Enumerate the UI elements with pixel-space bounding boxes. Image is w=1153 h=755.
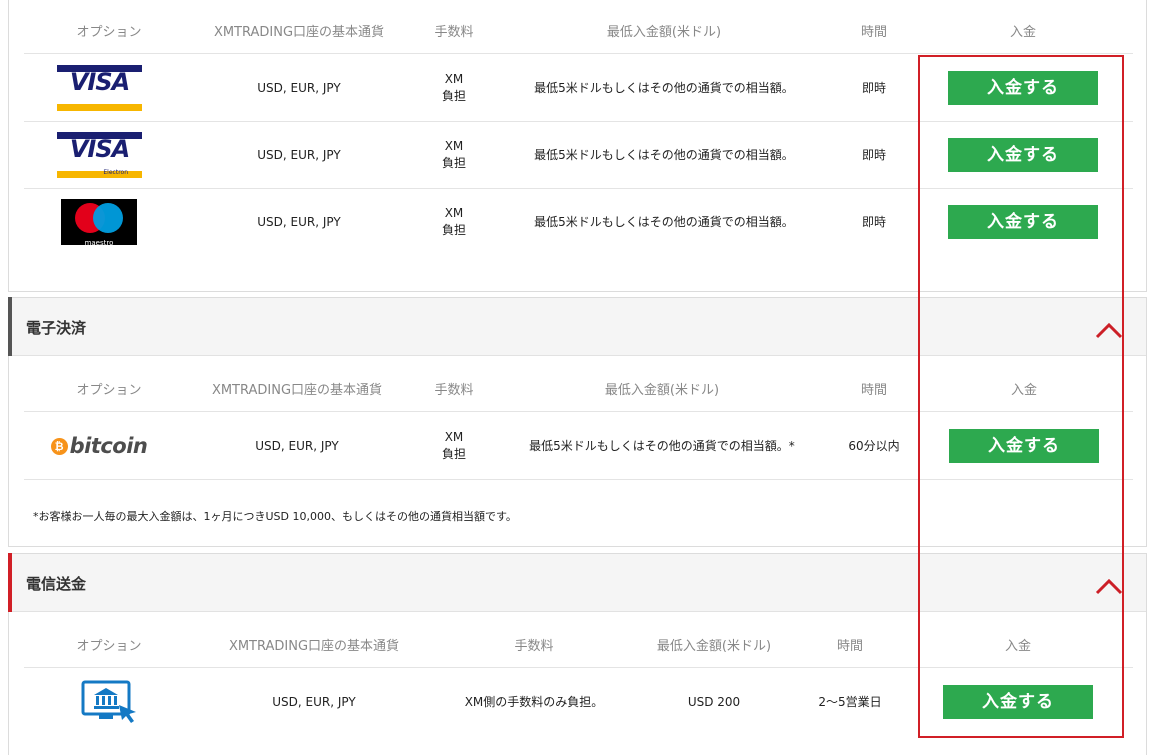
- header-time: 時間: [860, 25, 887, 40]
- currency-cell: USD, EUR, JPY: [257, 147, 341, 162]
- deposit-cell: 入金する: [948, 189, 1098, 255]
- chevron-up-icon[interactable]: [1094, 320, 1124, 340]
- minimum-cell: 最低5米ドルもしくはその他の通貨での相当額。*: [529, 438, 795, 453]
- header-minimum: 最低入金額(米ドル): [656, 639, 772, 654]
- header-base-currency: XMTRADING口座の基本通貨: [228, 639, 400, 654]
- section-accent-bar: [8, 297, 12, 356]
- ewallet-note: *お客様お一人毎の最大入金額は、1ヶ月につきUSD 10,000、もしくはその他…: [33, 510, 517, 523]
- header-fee: 手数料: [514, 639, 554, 654]
- table-row: maestro USD, EUR, JPY XM 負担 最低5米ドルもしくはその…: [24, 189, 1133, 256]
- deposit-cell: 入金する: [949, 413, 1099, 479]
- ewallet-panel: 電子決済 オプション XMTRADING口座の基本通貨 手数料 最低入金額(米ド…: [8, 297, 1147, 547]
- header-minimum: 最低入金額(米ドル): [604, 383, 720, 398]
- currency-cell: USD, EUR, JPY: [257, 80, 341, 95]
- wire-panel: 電信送金 オプション XMTRADING口座の基本通貨 手数料 最低入金額(米ド…: [8, 553, 1147, 755]
- header-minimum: 最低入金額(米ドル): [606, 25, 722, 40]
- fee-cell: XM 負担: [441, 72, 466, 103]
- currency-cell: USD, EUR, JPY: [272, 694, 356, 709]
- fee-cell: XM 負担: [441, 139, 466, 170]
- bank-transfer-icon: [81, 680, 136, 723]
- deposit-cell: 入金する: [948, 55, 1098, 121]
- header-option: オプション: [76, 383, 142, 398]
- table-row: USD, EUR, JPY XM側の手数料のみ負担。 USD 200 2～5営業…: [24, 669, 1133, 736]
- wire-section-title: 電信送金: [26, 575, 87, 593]
- header-base-currency: XMTRADING口座の基本通貨: [211, 383, 383, 398]
- currency-cell: USD, EUR, JPY: [257, 214, 341, 229]
- ewallet-table-header: オプション XMTRADING口座の基本通貨 手数料 最低入金額(米ドル) 時間…: [24, 370, 1133, 412]
- fee-cell: XM 負担: [441, 430, 466, 461]
- deposit-button-bitcoin[interactable]: 入金する: [949, 429, 1099, 463]
- time-cell: 即時: [861, 214, 886, 229]
- visa-electron-logo: VISA Electron: [57, 132, 142, 178]
- header-deposit: 入金: [1010, 383, 1037, 398]
- fee-cell: XM 負担: [441, 206, 466, 237]
- table-row: ₿ bitcoin USD, EUR, JPY XM 負担 最低5米ドルもしくは…: [24, 413, 1133, 480]
- header-base-currency: XMTRADING口座の基本通貨: [213, 25, 385, 40]
- wire-table-header: オプション XMTRADING口座の基本通貨 手数料 最低入金額(米ドル) 時間…: [24, 626, 1133, 668]
- currency-cell: USD, EUR, JPY: [255, 438, 339, 453]
- table-row: VISA USD, EUR, JPY XM 負担 最低5米ドルもしくはその他の通…: [24, 55, 1133, 122]
- ewallet-section-title: 電子決済: [26, 319, 87, 337]
- minimum-cell: 最低5米ドルもしくはその他の通貨での相当額。: [534, 80, 794, 95]
- option-cell: [74, 669, 144, 735]
- table-row: VISA Electron USD, EUR, JPY XM 負担 最低5米ドル…: [24, 122, 1133, 189]
- minimum-cell: 最低5米ドルもしくはその他の通貨での相当額。: [534, 147, 794, 162]
- deposit-button-visa[interactable]: 入金する: [948, 71, 1098, 105]
- time-cell: 2～5営業日: [818, 694, 882, 709]
- wire-section-header[interactable]: 電信送金: [8, 553, 1146, 612]
- deposit-cell: 入金する: [948, 122, 1098, 188]
- card-table-header: オプション XMTRADING口座の基本通貨 手数料 最低入金額(米ドル) 時間…: [24, 12, 1133, 54]
- chevron-up-icon[interactable]: [1094, 576, 1124, 596]
- header-deposit: 入金: [1004, 639, 1031, 654]
- option-cell: ₿ bitcoin: [44, 413, 154, 479]
- deposit-button-wire[interactable]: 入金する: [943, 685, 1093, 719]
- deposit-button-visa-electron[interactable]: 入金する: [948, 138, 1098, 172]
- visa-logo: VISA: [57, 65, 142, 111]
- deposit-cell: 入金する: [943, 669, 1093, 735]
- minimum-cell: 最低5米ドルもしくはその他の通貨での相当額。: [534, 214, 794, 229]
- card-deposit-panel: オプション XMTRADING口座の基本通貨 手数料 最低入金額(米ドル) 時間…: [8, 0, 1147, 292]
- time-cell: 即時: [861, 147, 886, 162]
- header-deposit: 入金: [1009, 25, 1036, 40]
- maestro-logo: maestro: [61, 199, 137, 247]
- time-cell: 即時: [861, 80, 886, 95]
- option-cell: VISA: [57, 55, 142, 121]
- time-cell: 60分以内: [848, 438, 900, 453]
- minimum-cell: USD 200: [687, 694, 741, 709]
- option-cell: maestro: [61, 189, 137, 255]
- header-time: 時間: [836, 639, 863, 654]
- header-option: オプション: [76, 25, 142, 40]
- header-fee: 手数料: [434, 383, 474, 398]
- header-option: オプション: [76, 639, 142, 654]
- deposit-button-maestro[interactable]: 入金する: [948, 205, 1098, 239]
- fee-cell: XM側の手数料のみ負担。: [464, 694, 604, 709]
- option-cell: VISA Electron: [57, 122, 142, 188]
- section-accent-bar: [8, 553, 12, 612]
- header-time: 時間: [860, 383, 887, 398]
- header-fee: 手数料: [434, 25, 474, 40]
- ewallet-section-header[interactable]: 電子決済: [8, 297, 1146, 356]
- bitcoin-logo: ₿ bitcoin: [50, 435, 148, 456]
